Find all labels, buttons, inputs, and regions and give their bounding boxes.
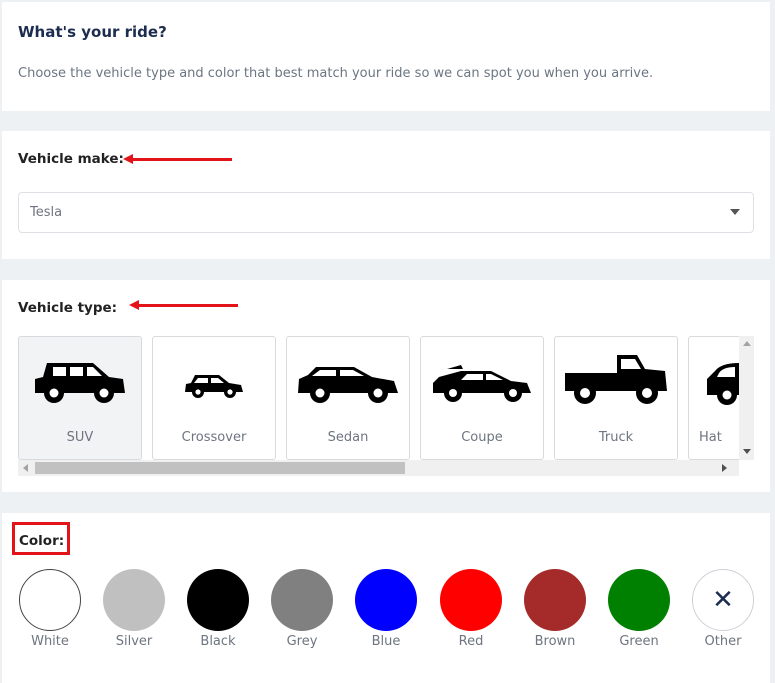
color-option-blue[interactable]: Blue (354, 569, 418, 649)
color-option-black[interactable]: Black (186, 569, 250, 649)
vehicle-type-sedan[interactable]: Sedan (286, 336, 410, 460)
color-name: Green (619, 634, 659, 649)
color-name: Silver (115, 634, 153, 649)
vehicle-type-name: SUV (66, 430, 94, 445)
vehicle-type-coupe[interactable]: Coupe (420, 336, 544, 460)
color-name: White (31, 634, 69, 649)
horizontal-scrollbar[interactable] (18, 460, 739, 476)
vehicle-type-name: Hat (699, 430, 722, 445)
scroll-down-icon[interactable] (743, 449, 751, 454)
sedan-icon (298, 367, 398, 403)
color-option-grey[interactable]: Grey (270, 569, 334, 649)
vehicle-type-card: Vehicle type: SUV Crossover Sedan Coupe … (2, 280, 770, 492)
vehicle-type-truck[interactable]: Truck (554, 336, 678, 460)
annotation-arrow-make (123, 154, 232, 164)
vehicle-type-name: Sedan (327, 430, 369, 445)
close-icon: ✕ (712, 585, 734, 615)
vehicle-make-card: Vehicle make: Tesla (2, 131, 770, 259)
page-subtitle: Choose the vehicle type and color that b… (18, 66, 654, 81)
vehicle-type-crossover[interactable]: Crossover (152, 336, 276, 460)
color-swatch[interactable] (440, 569, 502, 631)
color-swatch[interactable] (271, 569, 333, 631)
vehicle-make-label: Vehicle make: (18, 151, 124, 167)
vehicle-type-name: Crossover (181, 430, 247, 445)
scroll-left-icon[interactable] (23, 464, 28, 472)
intro-card: What's your ride? Choose the vehicle typ… (2, 2, 770, 111)
vehicle-make-value: Tesla (30, 205, 63, 220)
truck-icon (565, 355, 667, 404)
color-option-white[interactable]: White (18, 569, 82, 649)
caret-down-icon (730, 209, 740, 215)
scroll-right-icon[interactable] (722, 464, 727, 472)
vehicle-type-name: Coupe (461, 430, 503, 445)
vehicle-type-suv[interactable]: SUV (18, 336, 142, 460)
suv-icon (35, 363, 125, 403)
vertical-scrollbar[interactable] (739, 336, 754, 460)
color-option-green[interactable]: Green (607, 569, 671, 649)
color-name: Grey (286, 634, 318, 649)
scroll-up-icon[interactable] (743, 341, 751, 346)
color-swatch[interactable] (524, 569, 586, 631)
color-swatch[interactable] (103, 569, 165, 631)
coupe-icon (433, 365, 531, 402)
color-option-red[interactable]: Red (439, 569, 503, 649)
color-name: Blue (371, 634, 401, 649)
vehicle-type-hatchback[interactable]: Hat (688, 336, 739, 460)
color-swatch-other[interactable]: ✕ (692, 569, 754, 631)
color-swatch[interactable] (355, 569, 417, 631)
color-swatch[interactable] (187, 569, 249, 631)
color-option-silver[interactable]: Silver (102, 569, 166, 649)
crossover-icon (185, 375, 243, 398)
color-card: Color: White Silver Black Grey Blue Red … (2, 513, 770, 683)
annotation-arrow-type (129, 300, 238, 310)
color-name: Other (704, 634, 742, 649)
vehicle-make-select[interactable]: Tesla (18, 192, 754, 233)
color-name: Red (458, 634, 484, 649)
hatchback-icon (707, 363, 739, 405)
color-name: Brown (534, 634, 576, 649)
color-option-brown[interactable]: Brown (523, 569, 587, 649)
vehicle-type-carousel: SUV Crossover Sedan Coupe Truck Hat (18, 336, 739, 460)
horizontal-scroll-thumb[interactable] (35, 462, 405, 474)
color-swatch[interactable] (19, 569, 81, 631)
page-title: What's your ride? (18, 23, 167, 41)
color-option-other[interactable]: ✕ Other (691, 569, 755, 649)
color-swatch[interactable] (608, 569, 670, 631)
vehicle-type-name: Truck (598, 430, 634, 445)
color-label: Color: (19, 533, 65, 549)
vehicle-type-label: Vehicle type: (18, 300, 118, 316)
color-name: Black (200, 634, 236, 649)
